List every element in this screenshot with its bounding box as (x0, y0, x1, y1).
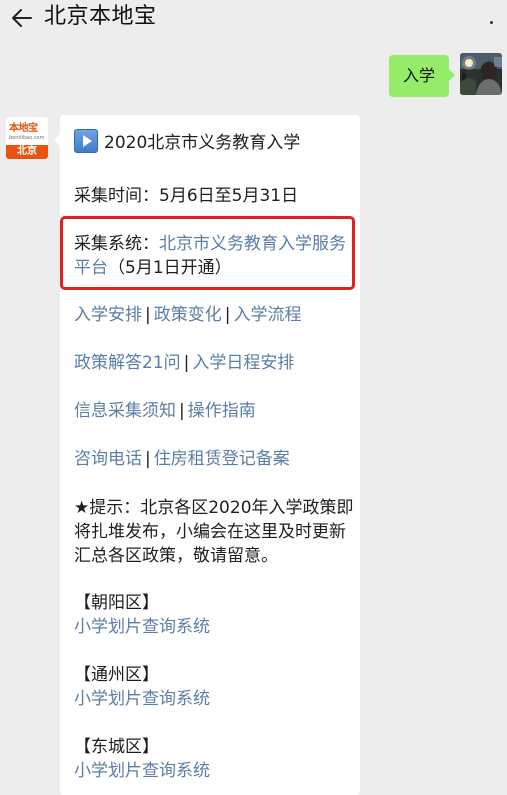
chat-header: 北京本地宝 (0, 0, 507, 40)
avatar-logo-text: 本地宝 (9, 123, 38, 134)
avatar-logo: 本地宝 bendibao.com (6, 117, 48, 145)
outgoing-bubble[interactable]: 入学 (388, 55, 456, 97)
tip-text: ★提示：北京各区2020年入学政策即将扎堆发布，小编会在这里及时更新汇总各区政策… (74, 498, 354, 566)
district-link[interactable]: 小学划片查询系统 (74, 687, 210, 711)
collect-time: 采集时间：5月6日至5月31日 (74, 186, 299, 206)
link-enrollment-arrangement[interactable]: 入学安排 (74, 305, 142, 325)
message-title-text: 2020北京市义务教育入学 (104, 133, 301, 153)
collect-system: 采集系统：北京市义务教育入学服务平台（5月1日开通） (74, 232, 352, 280)
arrow-left-icon (12, 9, 32, 27)
district-name: 【东城区】 (74, 737, 159, 757)
links-row-4: 咨询电话 | 住房租赁登记备案 (74, 447, 290, 471)
bendibao-avatar[interactable]: 本地宝 bendibao.com 北京 (6, 117, 48, 159)
district-name: 【通州区】 (74, 665, 159, 685)
link-enrollment-process[interactable]: 入学流程 (233, 305, 301, 325)
collect-system-label: 采集系统： (74, 234, 159, 254)
avatar-city: 北京 (6, 145, 48, 159)
back-button[interactable] (6, 2, 38, 34)
link-enrollment-schedule[interactable]: 入学日程安排 (192, 353, 294, 373)
link-policy-changes[interactable]: 政策变化 (154, 305, 222, 325)
separator: | (183, 353, 190, 373)
links-row-2: 政策解答21问 | 入学日程安排 (74, 351, 294, 375)
chat-title: 北京本地宝 (44, 4, 157, 29)
separator: | (145, 449, 151, 469)
district-name: 【朝阳区】 (74, 593, 159, 613)
links-row-1: 入学安排 | 政策变化 | 入学流程 (74, 303, 301, 327)
separator: | (224, 305, 231, 325)
link-rental-registration[interactable]: 住房租赁登记备案 (154, 449, 290, 469)
outgoing-message: 入学 (388, 53, 502, 97)
link-policy-qa[interactable]: 政策解答21问 (74, 353, 181, 373)
play-icon (74, 129, 98, 153)
separator: | (179, 401, 185, 421)
message-title: 2020北京市义务教育入学 (74, 129, 300, 155)
district-link[interactable]: 小学划片查询系统 (74, 759, 210, 783)
link-collection-notice[interactable]: 信息采集须知 (74, 401, 176, 421)
separator: | (145, 305, 151, 325)
avatar-logo-url: bendibao.com (9, 135, 45, 141)
link-operation-guide[interactable]: 操作指南 (188, 401, 256, 421)
user-avatar[interactable] (460, 53, 502, 95)
links-row-3: 信息采集须知 | 操作指南 (74, 399, 256, 423)
district-link[interactable]: 小学划片查询系统 (74, 615, 210, 639)
more-dots-icon (490, 21, 493, 24)
collect-system-note: （5月1日开通） (108, 258, 232, 278)
more-button[interactable] (479, 4, 503, 32)
link-hotline[interactable]: 咨询电话 (74, 449, 142, 469)
